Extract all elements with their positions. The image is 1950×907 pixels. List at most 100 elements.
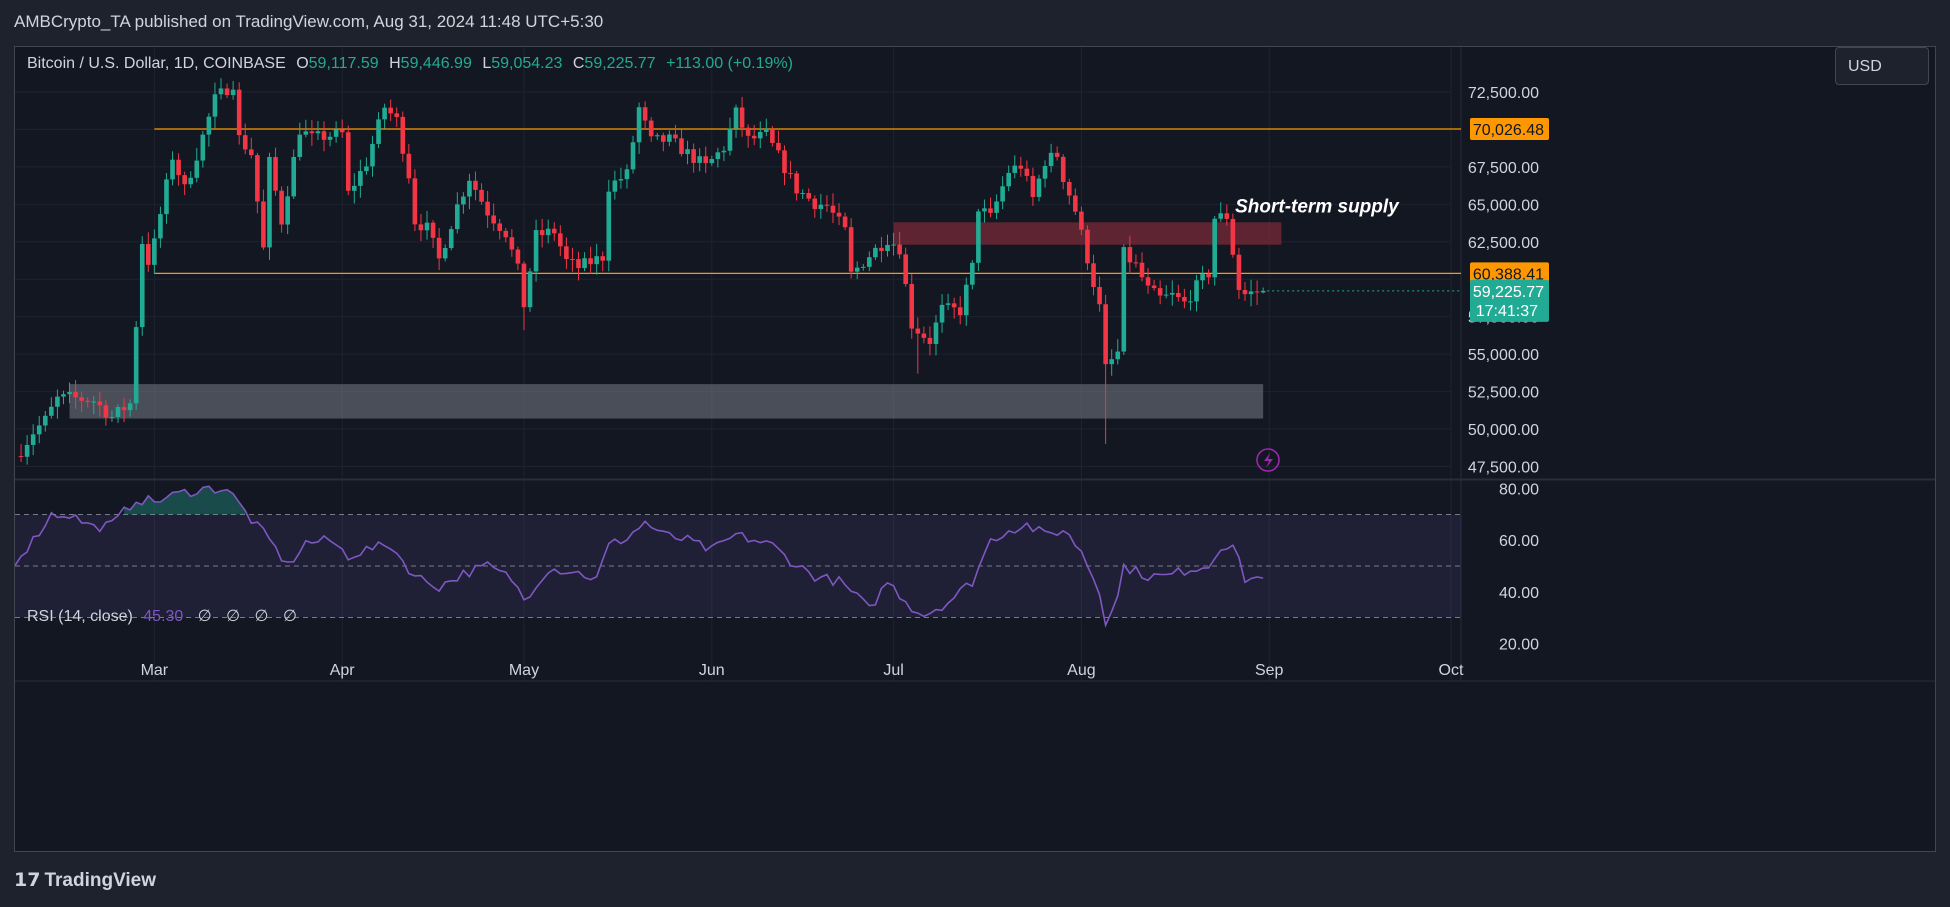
candle-body (533, 230, 539, 272)
time-axis: Mar Apr May Jun Jul Aug Sep Oct (15, 662, 1935, 682)
candle-body (109, 416, 115, 418)
candle-body (339, 129, 345, 133)
candle-body (1079, 211, 1084, 230)
candle-body (933, 322, 939, 344)
candle-2024-06-04 (727, 117, 733, 156)
candle-body (491, 215, 496, 224)
candle-2024-04-16 (430, 220, 436, 249)
candle-2024-07-30 (1066, 178, 1072, 205)
candle-2024-08-07 (1115, 339, 1121, 365)
candle-body (485, 201, 490, 216)
candle-2024-08-17 (1176, 284, 1181, 302)
candle-body (170, 159, 175, 180)
candle-2024-05-23 (654, 132, 660, 140)
candle-2024-07-27 (1048, 143, 1054, 173)
candle-body (200, 134, 206, 161)
candle-body (1194, 280, 1199, 302)
candle-body (1212, 218, 1217, 278)
candle-2024-06-19 (818, 194, 824, 219)
low-value: 59,054.23 (491, 55, 563, 72)
candle-2024-03-01 (152, 229, 157, 274)
open-label: O (296, 55, 309, 72)
candle-2024-04-05 (364, 157, 369, 175)
candle-body (806, 193, 812, 199)
candle-body (182, 175, 187, 185)
tradingview-logo-icon: 17 (14, 869, 41, 891)
candle-body (654, 135, 660, 137)
candle-body (873, 247, 878, 258)
candle-2024-03-21 (273, 147, 278, 196)
candle-body (685, 149, 690, 155)
candle-body (848, 227, 854, 272)
candle-body (152, 238, 157, 265)
symbol-name[interactable]: Bitcoin / U.S. Dollar, 1D, COINBASE (27, 55, 286, 72)
candle-body (345, 132, 351, 191)
price-tick-9: 50,000.00 (1468, 422, 1539, 439)
candle-body (527, 271, 533, 308)
publish-info: AMBCrypto_TA published on TradingView.co… (14, 12, 604, 31)
candle-body (1151, 285, 1157, 289)
candle-body (212, 94, 218, 117)
candle-2024-06-09 (757, 121, 763, 149)
candle-body (606, 191, 612, 261)
candle-body (91, 401, 97, 403)
candle-body (1260, 290, 1266, 293)
candle-body (903, 254, 908, 285)
candle-body (1230, 218, 1236, 255)
candle-body (273, 156, 278, 191)
candle-2024-08-29 (1248, 279, 1254, 307)
candle-body (612, 180, 618, 192)
candle-2024-04-12 (406, 143, 412, 184)
rsi-extra-4: ∅ (282, 608, 297, 625)
candle-2024-05-09 (570, 247, 575, 272)
candle-2024-04-21 (461, 192, 466, 214)
candle-body (1006, 172, 1011, 187)
candle-body (1242, 289, 1248, 295)
chart-frame[interactable]: Short-term supply 72,500.00 67,500.00 65,00… (14, 46, 1936, 852)
candle-body (315, 131, 321, 134)
candle-2024-05-17 (618, 167, 624, 189)
candle-2024-08-08 (1121, 244, 1127, 355)
candle-2024-05-28 (685, 140, 690, 165)
candle-body (1018, 165, 1024, 169)
last-price-countdown: 17:41:37 (1476, 303, 1538, 320)
candle-body (515, 249, 521, 264)
candle-body (624, 169, 630, 180)
rsi-label[interactable]: RSI (14, close) (27, 608, 133, 625)
candle-body (703, 156, 709, 164)
candle-body (945, 303, 951, 305)
candle-2024-06-25 (854, 261, 860, 280)
candle-body (42, 415, 48, 426)
candle-body (1054, 152, 1060, 157)
candle-2024-05-18 (624, 164, 630, 189)
candle-body (879, 247, 884, 251)
replay-bolt-icon (1256, 448, 1280, 472)
candle-body (73, 391, 78, 398)
candle-body (1200, 274, 1205, 281)
candle-2024-04-15 (424, 210, 430, 240)
candle-body (455, 204, 460, 230)
candle-2024-06-05 (733, 104, 739, 138)
candle-2024-05-13 (594, 243, 599, 275)
rsi-extra-1: ∅ (197, 608, 212, 625)
candle-2024-08-28 (1242, 282, 1248, 301)
candle-2024-04-14 (418, 214, 424, 242)
candle-body (24, 444, 30, 457)
candle-body (970, 262, 975, 285)
candle-body (836, 212, 842, 217)
price-tick-8: 52,500.00 (1468, 385, 1539, 402)
candle-2024-08-20 (1194, 274, 1199, 312)
candle-2024-07-11 (951, 297, 957, 319)
candle-2024-06-14 (788, 160, 793, 179)
candle-body (224, 88, 230, 96)
tradingview-logo[interactable]: 17 TradingView (14, 869, 156, 892)
currency-selector[interactable]: USD (1835, 47, 1929, 85)
chart-canvas[interactable]: Short-term supply 72,500.00 67,500.00 65,00… (15, 47, 1935, 851)
candle-body (915, 328, 921, 334)
candle-body (406, 153, 412, 179)
candle-2024-04-07 (376, 112, 381, 149)
candle-2024-08-14 (1157, 280, 1163, 305)
candle-2024-07-04 (909, 273, 915, 339)
candle-body (1169, 292, 1175, 295)
candle-body (194, 160, 200, 178)
